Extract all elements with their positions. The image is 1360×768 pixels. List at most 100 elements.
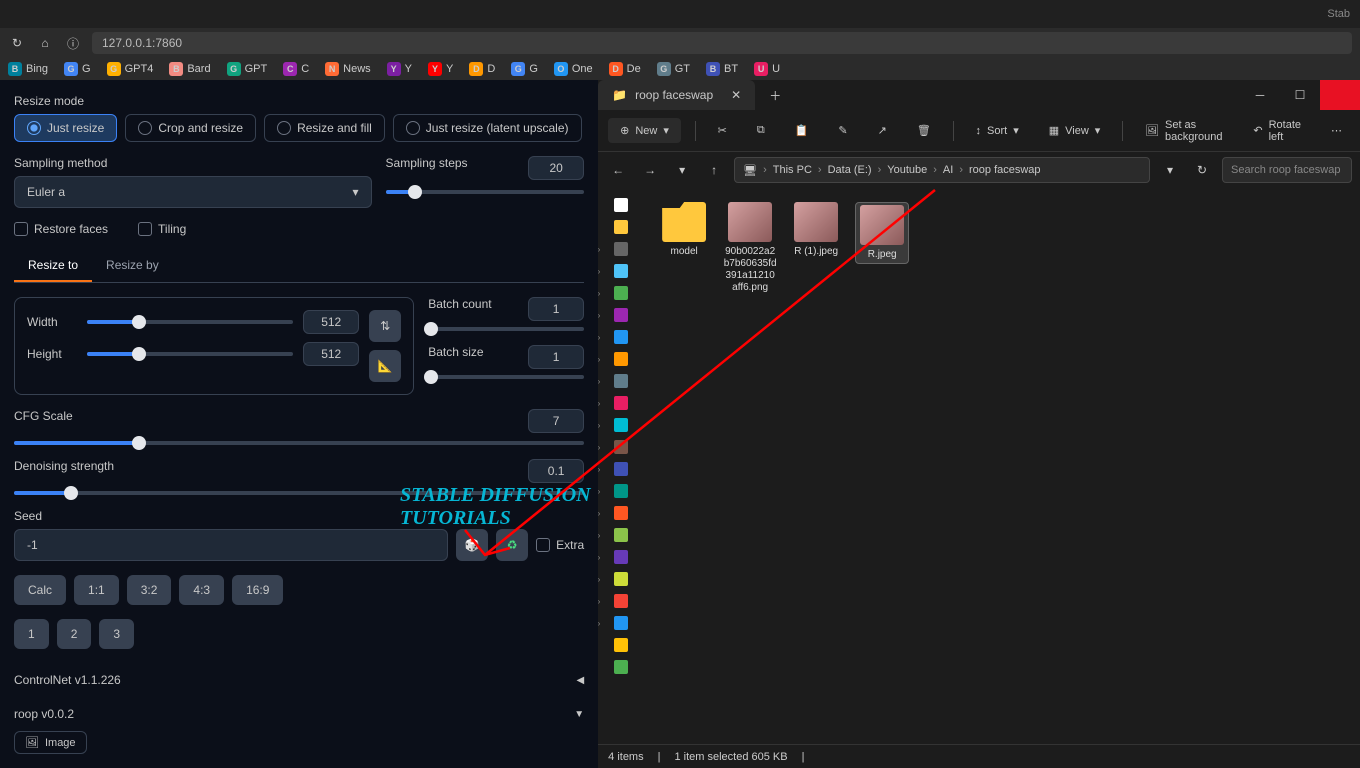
resize-mode-option[interactable]: Just resize (latent upscale) <box>393 114 582 142</box>
image-item[interactable]: R.jpeg <box>855 202 909 264</box>
recycle-button[interactable]: ♻ <box>496 529 528 561</box>
width-slider[interactable] <box>87 320 293 324</box>
height-value[interactable]: 512 <box>303 342 359 366</box>
bookmark-item[interactable]: NNews <box>325 62 371 76</box>
sidebar-item[interactable]: › <box>606 592 636 610</box>
delete-icon[interactable]: 🗑 <box>909 120 939 141</box>
sidebar-item[interactable]: › <box>606 482 636 500</box>
roop-accordion[interactable]: roop v0.0.2 ▼ <box>14 697 584 731</box>
aspect-button[interactable]: 📐 <box>369 350 401 382</box>
folder-item[interactable]: model <box>657 202 711 258</box>
sidebar-item[interactable]: › <box>606 394 636 412</box>
sidebar-item[interactable] <box>606 636 636 654</box>
explorer-content[interactable]: model90b0022a2b7b60635fd391a11210aff6.pn… <box>643 188 1360 744</box>
height-slider[interactable] <box>87 352 293 356</box>
set-background-button[interactable]: 🖼 Set as background <box>1137 115 1231 147</box>
sidebar-item[interactable] <box>606 196 636 214</box>
dice-button[interactable]: 🎲 <box>456 529 488 561</box>
paste-icon[interactable]: 📋 <box>787 120 817 141</box>
bookmark-item[interactable]: OOne <box>554 62 593 76</box>
sidebar-item[interactable]: › <box>606 460 636 478</box>
preset-button[interactable]: 1 <box>14 619 49 649</box>
explorer-tab[interactable]: 📁 roop faceswap ✕ <box>598 80 755 110</box>
image-tab[interactable]: 🖼 Image <box>14 731 87 754</box>
restore-faces-checkbox[interactable]: Restore faces <box>14 222 108 236</box>
bookmark-item[interactable]: DD <box>469 62 495 76</box>
tab-resize-to[interactable]: Resize to <box>14 250 92 282</box>
bookmark-item[interactable]: YY <box>428 62 453 76</box>
breadcrumb-segment[interactable]: Data (E:) <box>828 164 872 176</box>
sampling-steps-value[interactable]: 20 <box>528 156 584 180</box>
refresh-button[interactable]: ↻ <box>1190 158 1214 182</box>
resize-mode-option[interactable]: Resize and fill <box>264 114 385 142</box>
copy-icon[interactable]: ⧉ <box>749 120 773 141</box>
batch-count-value[interactable]: 1 <box>528 297 584 321</box>
info-icon[interactable]: ⓘ <box>64 34 82 52</box>
path-dropdown-icon[interactable]: ▾ <box>1158 158 1182 182</box>
denoise-value[interactable]: 0.1 <box>528 459 584 483</box>
sidebar-item[interactable]: › <box>606 372 636 390</box>
bookmark-item[interactable]: BBing <box>8 62 48 76</box>
up-button[interactable]: ↑ <box>702 158 726 182</box>
search-input[interactable]: Search roop faceswap <box>1222 157 1352 183</box>
home-icon[interactable]: ⌂ <box>36 34 54 52</box>
sidebar-item[interactable]: › <box>606 614 636 632</box>
breadcrumb[interactable]: 🖥 › This PC›Data (E:)›Youtube›AI›roop fa… <box>734 157 1150 183</box>
rotate-button[interactable]: ↶ Rotate left <box>1245 115 1309 147</box>
sidebar-item[interactable]: › <box>606 240 636 258</box>
sort-button[interactable]: ↕ Sort ▾ <box>968 120 1027 141</box>
bookmark-item[interactable]: GGT <box>657 62 690 76</box>
sidebar-item[interactable] <box>606 658 636 676</box>
sampling-steps-slider[interactable] <box>386 190 585 194</box>
new-tab-button[interactable]: ＋ <box>769 87 781 104</box>
ratio-button[interactable]: 1:1 <box>74 575 119 605</box>
tab-resize-by[interactable]: Resize by <box>92 250 173 282</box>
tiling-checkbox[interactable]: Tiling <box>138 222 186 236</box>
sidebar-item[interactable]: › <box>606 262 636 280</box>
ratio-button[interactable]: 4:3 <box>179 575 224 605</box>
sidebar-item[interactable]: › <box>606 548 636 566</box>
width-value[interactable]: 512 <box>303 310 359 334</box>
ratio-button[interactable]: 16:9 <box>232 575 283 605</box>
bookmark-item[interactable]: GGPT4 <box>107 62 154 76</box>
sampling-method-dropdown[interactable]: Euler a ▾ <box>14 176 372 208</box>
resize-mode-option[interactable]: Crop and resize <box>125 114 256 142</box>
more-button[interactable]: ⋯ <box>1323 120 1350 141</box>
bookmark-item[interactable]: BBard <box>169 62 210 76</box>
sidebar-item[interactable]: › <box>606 504 636 522</box>
share-icon[interactable]: ↗ <box>870 120 895 141</box>
bookmark-item[interactable]: YY <box>387 62 412 76</box>
batch-count-slider[interactable] <box>428 327 584 331</box>
minimize-button[interactable]: ─ <box>1240 80 1280 110</box>
view-button[interactable]: ▦ View ▾ <box>1041 120 1109 141</box>
tab-close-icon[interactable]: ✕ <box>731 88 741 102</box>
resize-mode-option[interactable]: Just resize <box>14 114 117 142</box>
back-button[interactable]: ← <box>606 158 630 182</box>
sidebar-item[interactable]: › <box>606 416 636 434</box>
new-button[interactable]: ⊕ New ▾ <box>608 118 681 143</box>
seed-input[interactable] <box>14 529 448 561</box>
sidebar-item[interactable] <box>606 218 636 236</box>
maximize-button[interactable]: ☐ <box>1280 80 1320 110</box>
controlnet-accordion[interactable]: ControlNet v1.1.226 ◀ <box>14 663 584 697</box>
bookmark-item[interactable]: GGPT <box>227 62 268 76</box>
sidebar-item[interactable]: › <box>606 306 636 324</box>
image-item[interactable]: R (1).jpeg <box>789 202 843 258</box>
bookmark-item[interactable]: BBT <box>706 62 738 76</box>
close-window-button[interactable] <box>1320 80 1360 110</box>
rename-icon[interactable]: ✎ <box>830 120 855 141</box>
calc-button[interactable]: Calc <box>14 575 66 605</box>
preset-button[interactable]: 2 <box>57 619 92 649</box>
denoise-slider[interactable] <box>14 491 584 495</box>
bookmark-item[interactable]: DDe <box>609 62 641 76</box>
sidebar-item[interactable]: › <box>606 438 636 456</box>
sidebar-item[interactable]: › <box>606 284 636 302</box>
recent-button[interactable]: ▾ <box>670 158 694 182</box>
drop-zone[interactable]: + Copy Drop Image Here ➤ - or - Click to… <box>14 754 584 768</box>
address-bar[interactable]: 127.0.0.1:7860 <box>92 32 1352 54</box>
sidebar-item[interactable]: › <box>606 328 636 346</box>
batch-size-slider[interactable] <box>428 375 584 379</box>
refresh-icon[interactable]: ↻ <box>8 34 26 52</box>
bookmark-item[interactable]: GG <box>511 62 538 76</box>
image-item[interactable]: 90b0022a2b7b60635fd391a11210aff6.png <box>723 202 777 294</box>
